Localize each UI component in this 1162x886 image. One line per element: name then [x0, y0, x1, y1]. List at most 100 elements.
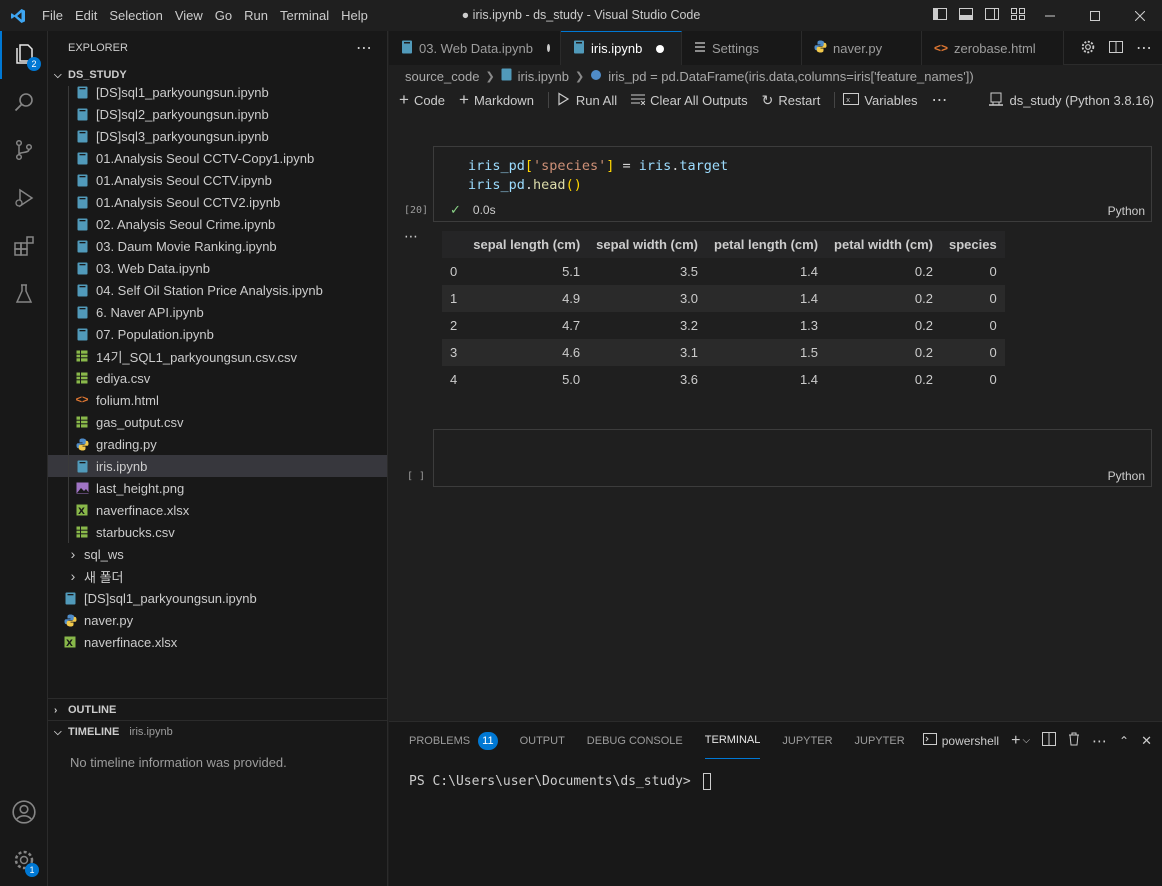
- file-item[interactable]: 6. Naver API.ipynb: [48, 301, 387, 323]
- breadcrumb-file[interactable]: iris.ipynb: [518, 69, 569, 84]
- file-item[interactable]: [DS]sql3_parkyoungsun.ipynb: [48, 125, 387, 147]
- file-item[interactable]: [DS]sql1_parkyoungsun.ipynb: [48, 86, 387, 103]
- run-all-button[interactable]: Run All: [557, 91, 617, 109]
- table-cell: 5.0: [465, 366, 589, 393]
- tab-iris[interactable]: iris.ipynb: [561, 31, 682, 65]
- terminal-output[interactable]: PS C:\Users\user\Documents\ds_study>: [389, 759, 1162, 790]
- breadcrumb-folder[interactable]: source_code: [405, 69, 479, 84]
- chevron-down-icon[interactable]: ⌵: [1022, 735, 1030, 746]
- menu-view[interactable]: View: [169, 0, 209, 31]
- more-toolbar-actions-icon[interactable]: ⋯: [932, 90, 948, 110]
- file-item[interactable]: ediya.csv: [48, 367, 387, 389]
- menu-terminal[interactable]: Terminal: [274, 0, 335, 31]
- file-item[interactable]: 01.Analysis Seoul CCTV-Copy1.ipynb: [48, 147, 387, 169]
- close-window-button[interactable]: [1117, 0, 1162, 31]
- file-item[interactable]: last_height.png: [48, 477, 387, 499]
- split-terminal-icon[interactable]: [1042, 732, 1057, 749]
- file-item[interactable]: 03. Web Data.ipynb: [48, 257, 387, 279]
- kernel-picker[interactable]: ds_study (Python 3.8.16): [989, 87, 1154, 113]
- code-editor[interactable]: iris_pd['species'] = iris.target iris_pd…: [468, 157, 728, 195]
- folder-item[interactable]: › 새 폴더: [48, 565, 387, 587]
- cell-language[interactable]: Python: [1108, 469, 1145, 483]
- more-actions-icon[interactable]: ⋯: [356, 38, 373, 58]
- source-control-activity[interactable]: [0, 127, 48, 175]
- file-item[interactable]: Xnaverfinace.xlsx: [48, 631, 387, 653]
- run-debug-activity[interactable]: [0, 175, 48, 223]
- indent-guide: [68, 235, 69, 257]
- tab-settings[interactable]: Settings: [682, 31, 802, 65]
- testing-activity[interactable]: [0, 271, 48, 319]
- modified-dot-icon[interactable]: [546, 44, 550, 52]
- tab-output[interactable]: OUTPUT: [520, 722, 565, 759]
- add-code-cell-button[interactable]: + Code: [399, 90, 445, 110]
- tab-jupyter-2[interactable]: JUPYTER: [855, 722, 905, 759]
- maximize-panel-icon[interactable]: ⌃: [1119, 734, 1129, 748]
- file-item[interactable]: <> folium.html: [48, 389, 387, 411]
- breadcrumb-symbol[interactable]: iris_pd = pd.DataFrame(iris.data,columns…: [608, 69, 974, 84]
- customize-layout-icon[interactable]: [1010, 6, 1026, 25]
- file-item[interactable]: naver.py: [48, 609, 387, 631]
- modified-dot-icon[interactable]: [656, 44, 665, 53]
- variables-button[interactable]: x Variables: [843, 92, 918, 108]
- output-actions-icon[interactable]: ⋯: [404, 228, 419, 245]
- file-item[interactable]: grading.py: [48, 433, 387, 455]
- file-item[interactable]: 01.Analysis Seoul CCTV2.ipynb: [48, 191, 387, 213]
- menu-run[interactable]: Run: [238, 0, 274, 31]
- tab-web-data[interactable]: 03. Web Data.ipynb: [389, 31, 561, 65]
- file-item[interactable]: 04. Self Oil Station Price Analysis.ipyn…: [48, 279, 387, 301]
- tab-zerobase-html[interactable]: <> zerobase.html: [922, 31, 1064, 65]
- maximize-button[interactable]: [1072, 0, 1117, 31]
- menu-selection[interactable]: Selection: [103, 0, 168, 31]
- folder-item[interactable]: › sql_ws: [48, 543, 387, 565]
- file-item[interactable]: [DS]sql2_parkyoungsun.ipynb: [48, 103, 387, 125]
- menu-file[interactable]: File: [36, 0, 69, 31]
- outline-header[interactable]: › OUTLINE: [48, 699, 387, 721]
- file-item[interactable]: 14기_SQL1_parkyoungsun.csv.csv: [48, 345, 387, 367]
- add-markdown-cell-button[interactable]: + Markdown: [459, 90, 534, 110]
- trash-icon[interactable]: [1068, 732, 1080, 749]
- explorer-activity[interactable]: 2: [0, 31, 48, 79]
- tab-problems[interactable]: PROBLEMS 11: [409, 722, 498, 759]
- empty-code-cell[interactable]: Python: [433, 429, 1152, 487]
- tab-naver-py[interactable]: naver.py: [802, 31, 922, 65]
- extensions-activity[interactable]: [0, 223, 48, 271]
- tab-terminal[interactable]: TERMINAL: [704, 722, 761, 759]
- folder-section-header[interactable]: ⌵ DS_STUDY: [48, 64, 387, 86]
- file-item[interactable]: starbucks.csv: [48, 521, 387, 543]
- manage-activity[interactable]: 1: [0, 837, 48, 885]
- minimize-button[interactable]: [1027, 0, 1072, 31]
- search-activity[interactable]: [0, 79, 48, 127]
- table-cell: 3.6: [588, 366, 707, 393]
- run-all-icon: [557, 91, 571, 109]
- menu-help[interactable]: Help: [335, 0, 374, 31]
- file-item[interactable]: 01.Analysis Seoul CCTV.ipynb: [48, 169, 387, 191]
- gear-icon[interactable]: [1080, 39, 1096, 58]
- tab-jupyter[interactable]: JUPYTER: [782, 722, 832, 759]
- file-item[interactable]: 03. Daum Movie Ranking.ipynb: [48, 235, 387, 257]
- menu-go[interactable]: Go: [209, 0, 238, 31]
- accounts-activity[interactable]: [0, 789, 48, 837]
- terminal-shell-selector[interactable]: powershell: [922, 733, 999, 748]
- more-actions-icon[interactable]: ⋯: [1092, 732, 1107, 750]
- toggle-primary-sidebar-icon[interactable]: [932, 6, 948, 25]
- file-item[interactable]: Xnaverfinace.xlsx: [48, 499, 387, 521]
- close-panel-icon[interactable]: ✕: [1141, 733, 1152, 749]
- cell-language[interactable]: Python: [1108, 204, 1145, 218]
- more-actions-icon[interactable]: ⋯: [1136, 38, 1152, 58]
- split-editor-icon[interactable]: [1108, 39, 1124, 58]
- tab-debug-console[interactable]: DEBUG CONSOLE: [587, 722, 683, 759]
- toggle-secondary-sidebar-icon[interactable]: [984, 6, 1000, 25]
- menu-edit[interactable]: Edit: [69, 0, 103, 31]
- notebook-icon: [74, 260, 90, 276]
- file-item[interactable]: iris.ipynb: [48, 455, 387, 477]
- file-item[interactable]: [DS]sql1_parkyoungsun.ipynb: [48, 587, 387, 609]
- file-item[interactable]: gas_output.csv: [48, 411, 387, 433]
- file-item[interactable]: 07. Population.ipynb: [48, 323, 387, 345]
- file-item[interactable]: 02. Analysis Seoul Crime.ipynb: [48, 213, 387, 235]
- toggle-panel-icon[interactable]: [958, 6, 974, 25]
- new-terminal-plus-icon[interactable]: +: [1011, 732, 1020, 750]
- restart-kernel-button[interactable]: ↻ Restart: [762, 92, 821, 109]
- code-cell[interactable]: iris_pd['species'] = iris.target iris_pd…: [433, 146, 1152, 222]
- clear-all-outputs-button[interactable]: Clear All Outputs: [631, 93, 748, 108]
- timeline-header[interactable]: ⌵ TIMELINE iris.ipynb: [48, 721, 387, 743]
